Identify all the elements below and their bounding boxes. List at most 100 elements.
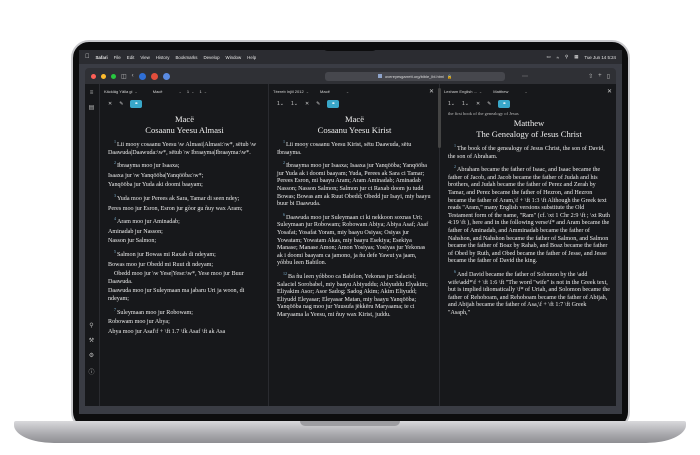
battery-icon[interactable]: ▭ (546, 54, 550, 60)
verse: 12Ba ñu leen yóbboo ca Babilon, Yekonas … (277, 271, 428, 318)
verse: 6And David became the father of Solomon … (448, 268, 610, 316)
chapter-select[interactable]: 1⌄ (277, 101, 284, 107)
search-icon[interactable]: ⚲ (565, 54, 568, 60)
verse-select[interactable]: 1⌄ (199, 89, 207, 94)
verse: 2Ibraayma moo jur Isaaxa; (114, 160, 180, 170)
clock[interactable]: Tue Jun 14 5:24 (584, 55, 616, 60)
extension-icon[interactable] (138, 72, 146, 80)
left-toolbar: ≡ ▤ ⚲ ⚒ ⚙ ⓘ (85, 84, 98, 406)
desktop-strip (85, 406, 616, 414)
chevron-down-icon: ⌄ (478, 88, 483, 94)
tab-overview-icon[interactable]: ▯ (607, 73, 610, 80)
close-pane-icon[interactable]: ✕ (429, 88, 434, 95)
menu-window[interactable]: Window (226, 55, 242, 60)
menu-icon[interactable]: ≡ (90, 90, 94, 96)
menu-develop[interactable]: Develop (203, 55, 219, 60)
site-favicon-icon (377, 74, 382, 78)
chapter-select[interactable]: 1⌄ (187, 89, 195, 94)
version-select[interactable]: Lexham English ... ⌄ (444, 89, 482, 94)
control-center-icon[interactable]: ▦ (574, 54, 578, 60)
clipped-text-line: the first book of the genealogy of Jesus (448, 112, 519, 116)
settings-icon[interactable]: ⚙ (89, 352, 94, 359)
menu-bookmarks[interactable]: Bookmarks (175, 55, 197, 60)
lock-icon: 🔒 (447, 73, 453, 79)
book-select[interactable]: Matthew ⌄ (493, 89, 527, 94)
laptop-base-groove (300, 421, 400, 426)
link-toggle-button[interactable]: ⚭ (498, 100, 511, 108)
menu-edit[interactable]: Edit (127, 55, 135, 60)
menu-help[interactable]: Help (247, 55, 256, 60)
pane-tools: ✕ ✎ ⚭ (100, 98, 267, 110)
pane-text: the first book of the genealogy of Jesus… (440, 112, 616, 406)
zoom-window-button[interactable] (111, 73, 116, 79)
chevron-down-icon: ⌄ (293, 101, 298, 107)
book-select[interactable]: Macë ⌄ (320, 89, 349, 94)
version-select[interactable]: Téereb Injiil 2012 ⌄ (273, 89, 309, 94)
menu-view[interactable]: View (140, 55, 149, 60)
section-heading: Cosaanu Yeesu Kirist (317, 125, 392, 135)
close-pane-icon[interactable]: ✕ (607, 88, 612, 95)
back-icon[interactable]: ‹ (132, 73, 134, 79)
edit-icon[interactable]: ✎ (316, 101, 320, 107)
minimize-window-button[interactable] (101, 73, 106, 79)
verse: 1The book of the genealogy of Jesus Chri… (448, 143, 605, 160)
sidebar-toggle-icon[interactable]: ◫ (121, 73, 127, 80)
scrollbar[interactable] (438, 88, 441, 148)
pane-tools: 1⌄ 1⌄ ✕ ✎ ⚭ (269, 98, 438, 110)
verse: Obedd moo jur \w Yese|Yese:\w*, Yese moo… (108, 271, 244, 285)
chevron-down-icon: ⌄ (134, 88, 138, 94)
edit-icon[interactable]: ✎ (487, 101, 491, 107)
compare-icon[interactable]: ⚒ (89, 337, 94, 344)
menu-app-name[interactable]: Safari (96, 55, 108, 60)
version-select[interactable]: Käckläg Yälla gi ⌄ (104, 89, 138, 94)
extension-icon-3[interactable] (162, 72, 170, 80)
menu-file[interactable]: File (114, 55, 121, 60)
verse-select[interactable]: 1⌄ (291, 101, 298, 107)
search-icon[interactable]: ⚲ (89, 322, 93, 329)
verse: 1Lii mooy cosaanu Yeesu Kirist, sëtu Daa… (277, 139, 412, 156)
pane-text: Macë Cosaanu Yeesu Almasi 1Lii mooy cosa… (100, 112, 267, 406)
verse: Abya moo jur Asaf\f + \ft 1.7 \fk Asaf \… (108, 328, 226, 335)
address-bar[interactable]: overeyesgarrett.org/bible_lbl.html 🔒 (325, 71, 505, 81)
chevron-down-icon: ⌄ (305, 88, 310, 94)
verse: Robowam moo jur Abya; (108, 319, 170, 326)
verse: 2Abraham became the father of Isaac, and… (448, 164, 610, 265)
close-window-button[interactable] (91, 73, 96, 79)
help-icon[interactable]: ⓘ (88, 367, 94, 376)
verse: 2Ibraayma moo jur Isaaxa; Isaaxa jur Yan… (277, 160, 431, 208)
book-title: Matthew (513, 118, 545, 128)
chevron-down-icon: ⌄ (203, 88, 208, 94)
apple-icon[interactable]:  (85, 54, 90, 60)
wifi-icon[interactable]: ≈ (557, 55, 559, 60)
menu-bar:  Safari File Edit View History Bookmark… (79, 50, 622, 64)
pane-header: Téereb Injiil 2012 ⌄ Macë ⌄ ✕ (269, 84, 438, 98)
extension-icon-2[interactable] (150, 72, 158, 80)
chevron-down-icon: ⌄ (524, 88, 528, 94)
share-icon[interactable]: ⇧ (588, 73, 593, 80)
verse-select[interactable]: 1⌄ (462, 101, 469, 107)
chevron-down-icon: ⌄ (345, 88, 350, 94)
edit-icon[interactable]: ✎ (119, 101, 123, 107)
link-toggle-button[interactable]: ⚭ (327, 100, 340, 108)
url-text: overeyesgarrett.org/bible_lbl.html (384, 73, 445, 79)
link-toggle-button[interactable]: ⚭ (130, 100, 143, 108)
camera-notch (322, 42, 378, 51)
verse: 1Lii mooy cosaanu Yeesu \w Almasi|Almasi… (108, 139, 257, 156)
new-tab-icon[interactable]: + (598, 73, 602, 79)
verse: Bowas moo jur Obedd mi Ruut di ndeyam; (108, 261, 214, 268)
chapter-select[interactable]: 1⌄ (448, 101, 455, 107)
verse: Peres moo jur Esron, Esron jur gòor gu ñ… (108, 205, 243, 212)
verse: 7Suleymaan moo jur Robowam; (114, 306, 193, 316)
close-x-icon[interactable]: ✕ (108, 101, 112, 107)
book-icon[interactable]: ▤ (89, 104, 95, 111)
menu-history[interactable]: History (156, 55, 170, 60)
reader-pane-3: Lexham English ... ⌄ Matthew ⌄ ✕ 1⌄ 1⌄ ✕ ✎… (439, 84, 616, 406)
verse: 4Aram moo jur Aminadab; (114, 216, 180, 226)
verse: Isaaxa jur \w Yanqööba|Yanqööba:\w*; (108, 172, 204, 179)
close-x-icon[interactable]: ✕ (476, 101, 480, 107)
close-x-icon[interactable]: ✕ (305, 101, 309, 107)
more-options-icon[interactable]: ⋯ (522, 73, 528, 80)
book-select[interactable]: Macë ⌄ (153, 89, 182, 94)
chevron-down-icon: ⌄ (178, 88, 182, 94)
pane-tools: 1⌄ 1⌄ ✕ ✎ ⚭ (440, 98, 616, 110)
